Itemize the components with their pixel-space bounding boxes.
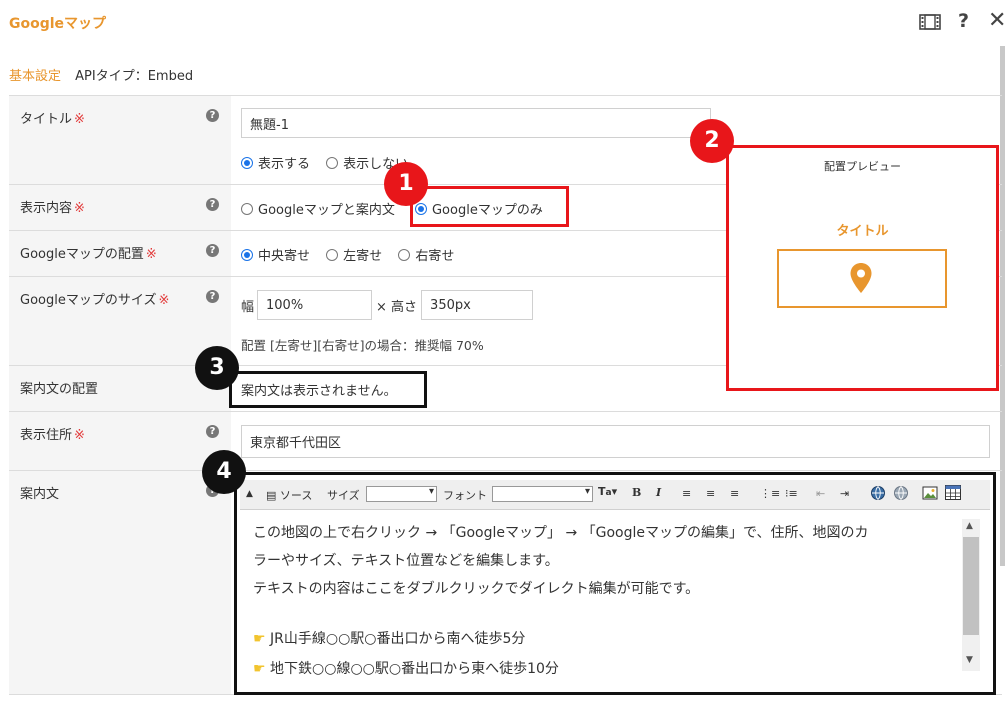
title-input[interactable]: [241, 108, 711, 138]
required-mark: ※: [145, 247, 157, 262]
radio-center[interactable]: 中央寄せ: [241, 245, 310, 264]
subnav: 基本設定 APIタイプ：Embed: [9, 65, 193, 84]
size-label: Googleマップのサイズ: [20, 293, 157, 308]
badge-3: 3: [195, 346, 239, 390]
map-pin-icon: [849, 262, 873, 298]
placement-label: Googleマップの配置: [20, 247, 144, 262]
required-mark: ※: [74, 201, 85, 216]
help-icon[interactable]: ?: [206, 290, 219, 303]
help-icon[interactable]: ?: [206, 198, 219, 211]
layout-preview: 配置プレビュー タイトル: [726, 145, 999, 391]
preview-heading: タイトル: [836, 224, 889, 239]
film-icon[interactable]: [919, 14, 941, 34]
size-note: 配置 [左寄せ][右寄せ]の場合：推奨幅 70%: [241, 338, 484, 353]
guide-placement-label: 案内文の配置: [20, 382, 99, 397]
radio-right[interactable]: 右寄せ: [398, 245, 454, 264]
address-label: 表示住所: [20, 428, 73, 443]
preview-title: 配置プレビュー: [824, 160, 901, 173]
help-icon[interactable]: ?: [206, 109, 219, 122]
highlight-guide-text: [234, 472, 996, 695]
help-icon[interactable]: ?: [206, 425, 219, 438]
api-type-label: APIタイプ：Embed: [75, 69, 194, 84]
height-label: × 高さ: [376, 299, 418, 315]
required-mark: ※: [74, 112, 85, 127]
badge-4: 4: [202, 450, 246, 494]
width-label: 幅: [241, 299, 255, 315]
title-label: タイトル: [20, 112, 73, 127]
content-label: 表示内容: [20, 201, 73, 216]
title-bar: Googleマップ ? ✕: [0, 0, 1005, 46]
width-input[interactable]: [257, 290, 373, 320]
tab-basic-settings[interactable]: 基本設定: [9, 69, 61, 84]
window-title: Googleマップ: [9, 16, 107, 32]
radio-map-and-guide[interactable]: Googleマップと案内文: [241, 199, 395, 218]
guide-text-label: 案内文: [20, 487, 60, 502]
highlight-map-only: [410, 186, 569, 227]
height-input[interactable]: [421, 290, 534, 320]
required-mark: ※: [158, 293, 170, 308]
address-input[interactable]: [241, 425, 990, 458]
badge-1: 1: [384, 162, 428, 206]
radio-show-title[interactable]: 表示する: [241, 153, 310, 172]
close-icon[interactable]: ✕: [988, 8, 1005, 33]
row-address: 表示住所 ※ ?: [9, 411, 1002, 470]
help-icon[interactable]: ?: [206, 244, 219, 257]
help-icon[interactable]: ?: [958, 10, 969, 32]
radio-left[interactable]: 左寄せ: [326, 245, 382, 264]
preview-map: [777, 249, 947, 308]
highlight-guide-placement: [229, 371, 427, 408]
badge-2: 2: [690, 119, 734, 163]
required-mark: ※: [74, 428, 85, 443]
